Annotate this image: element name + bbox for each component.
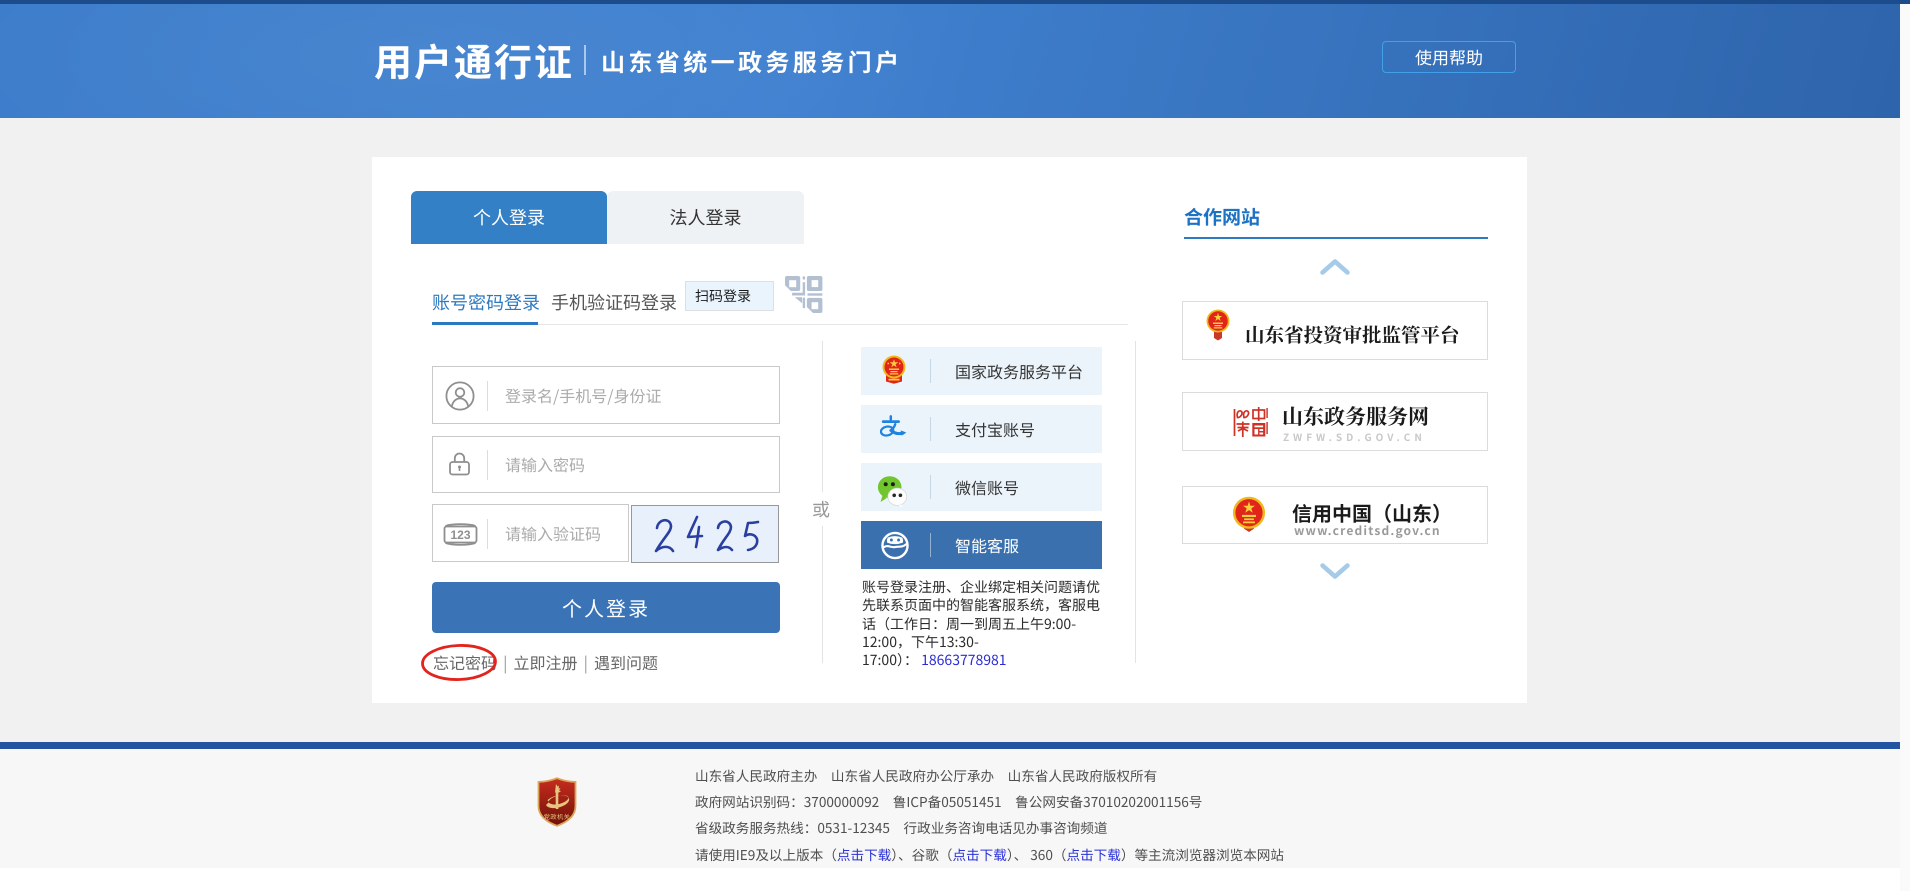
- svg-text:党政机关: 党政机关: [544, 812, 571, 821]
- svg-text:123: 123: [450, 528, 470, 542]
